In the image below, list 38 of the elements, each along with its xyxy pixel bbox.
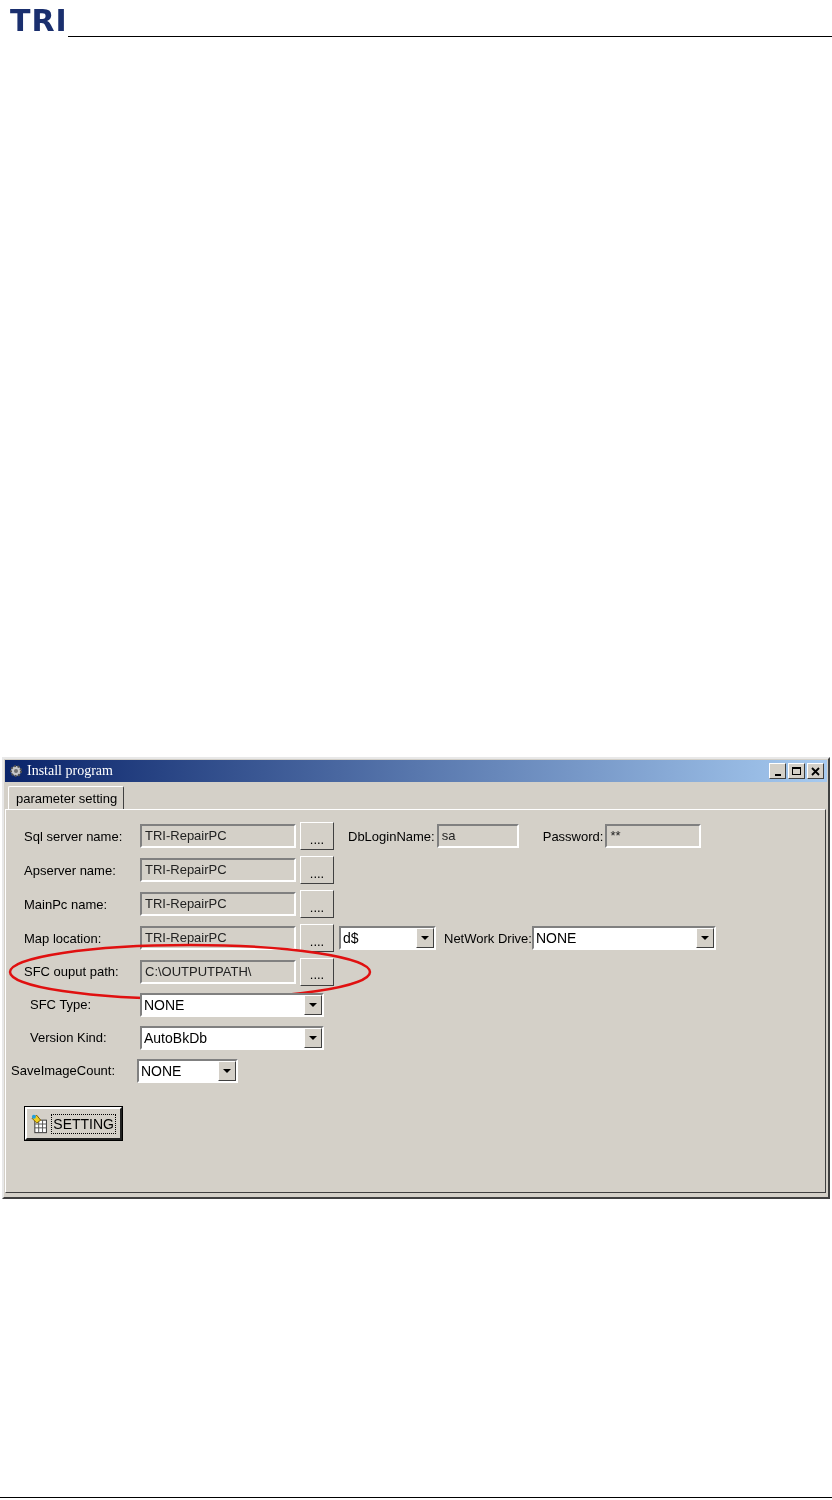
dropdown-arrow-icon: [700, 936, 709, 940]
gear-icon: [9, 764, 23, 778]
logo: TRI: [10, 4, 68, 38]
maximize-icon: [791, 765, 802, 777]
window-title: Install program: [27, 763, 114, 779]
dropdown[interactable]: NONE: [531, 926, 716, 950]
field-label: Version Kind:: [29, 1030, 108, 1045]
maximize-button[interactable]: [788, 763, 805, 779]
field-label: Password:: [542, 828, 604, 844]
dropdown[interactable]: NONE: [140, 992, 324, 1017]
dropdown-arrow-icon: [309, 1002, 317, 1007]
browse-button[interactable]: ....: [300, 957, 334, 986]
field-label: Map location:: [24, 930, 103, 946]
field-label: SaveImageCount:: [11, 1063, 117, 1078]
field-label: SFC Type:: [29, 997, 93, 1012]
close-button[interactable]: [807, 763, 824, 779]
browse-button[interactable]: ....: [300, 822, 334, 850]
setting-button[interactable]: SETTING: [25, 1107, 122, 1140]
browse-button[interactable]: ....: [300, 924, 334, 952]
close-icon: [810, 765, 821, 777]
dropdown[interactable]: AutoBkDb: [140, 1025, 324, 1050]
field-label: NetWork Drive:: [444, 930, 532, 946]
dropdown-arrow-icon: [309, 1035, 317, 1040]
dropdown-arrow-icon: [421, 936, 429, 940]
dropdown[interactable]: d$: [339, 926, 436, 950]
field-label: SFC ouput path:: [24, 964, 120, 979]
field-label: Apserver name:: [24, 862, 117, 878]
dropdown[interactable]: NONE: [137, 1058, 238, 1083]
field-label: DbLoginName:: [348, 828, 435, 844]
field-label: MainPc name:: [24, 896, 109, 912]
dropdown-arrow-icon: [223, 1068, 231, 1073]
browse-button[interactable]: ....: [300, 856, 334, 884]
minimize-icon: [774, 774, 781, 776]
field-label: Sql server name:: [24, 828, 124, 844]
browse-button[interactable]: ....: [300, 890, 334, 918]
tab[interactable]: parameter setting: [8, 786, 125, 809]
minimize-button[interactable]: [769, 763, 786, 779]
document-hand-icon: [31, 1113, 49, 1134]
